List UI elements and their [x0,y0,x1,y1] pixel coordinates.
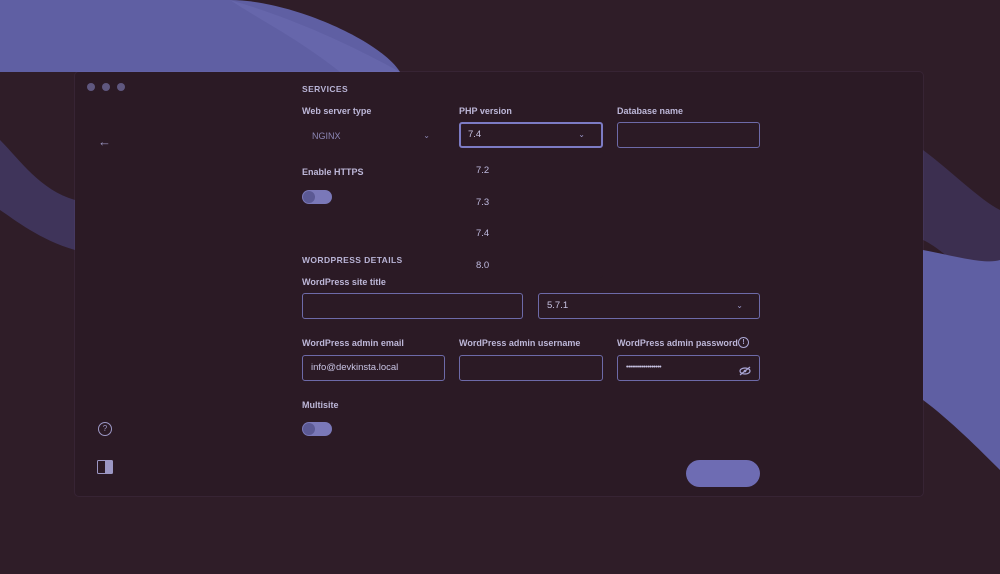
php-version-label: PHP version [459,106,512,116]
php-version-value: 7.4 [468,129,482,140]
admin-email-input[interactable]: info@devkinsta.local [302,355,445,381]
window-maximize-dot[interactable] [117,83,125,91]
multisite-label: Multisite [302,400,339,410]
database-name-input[interactable] [617,122,760,148]
wordpress-version-value: 5.7.1 [547,300,569,311]
php-option-8-0[interactable]: 8.0 [476,260,489,271]
web-server-label: Web server type [302,106,372,116]
submit-button[interactable] [686,460,760,487]
site-title-label: WordPress site title [302,277,386,287]
help-icon[interactable]: ? [98,422,112,436]
multisite-toggle[interactable] [302,422,332,436]
admin-username-input[interactable] [459,355,603,381]
window-close-dot[interactable] [87,83,95,91]
chevron-down-icon: ⌄ [423,131,430,140]
web-server-value: NGINX [312,131,341,141]
admin-password-label: WordPress admin password [617,338,738,348]
info-icon[interactable]: ! [738,337,749,348]
admin-email-label: WordPress admin email [302,338,404,348]
site-title-input[interactable] [302,293,523,319]
admin-password-value: •••••••••••••••••• [626,364,662,371]
admin-username-label: WordPress admin username [459,338,581,348]
admin-password-input[interactable]: •••••••••••••••••• [617,355,760,381]
chevron-down-icon: ⌄ [578,130,585,139]
wordpress-section-title: WORDPRESS DETAILS [302,255,403,265]
chevron-down-icon: ⌄ [736,301,743,310]
enable-https-toggle[interactable] [302,190,332,204]
services-section-title: SERVICES [302,84,349,94]
web-server-select[interactable]: NGINX ⌄ [312,131,434,143]
php-option-7-3[interactable]: 7.3 [476,197,489,208]
php-option-7-2[interactable]: 7.2 [476,165,489,176]
php-option-7-4[interactable]: 7.4 [476,228,489,239]
database-name-label: Database name [617,106,684,116]
back-arrow-icon[interactable]: ← [98,134,111,149]
enable-https-label: Enable HTTPS [302,167,364,177]
window-minimize-dot[interactable] [102,83,110,91]
php-version-select[interactable]: 7.4 ⌄ [459,122,603,148]
sidebar-toggle-icon[interactable] [97,460,113,474]
php-version-dropdown: 7.2 7.3 7.4 8.0 [459,152,603,278]
eye-slash-icon[interactable] [739,363,751,376]
wordpress-version-select[interactable]: 5.7.1 ⌄ [538,293,760,319]
